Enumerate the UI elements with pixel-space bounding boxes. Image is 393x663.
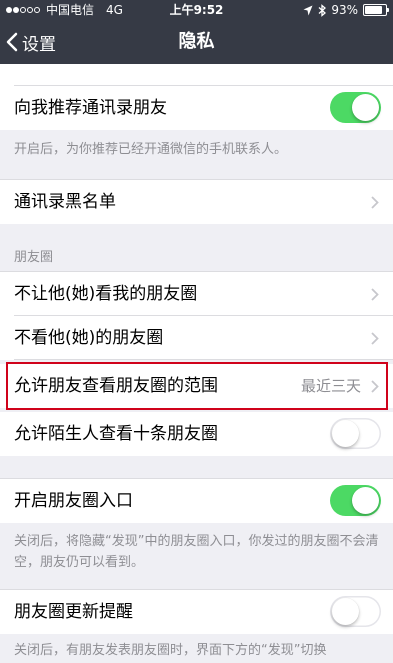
toggle-knob — [352, 94, 379, 121]
row-label: 向我推荐通讯录朋友 — [14, 98, 167, 118]
toggle-knob — [332, 420, 359, 447]
battery-percent: 93% — [331, 3, 358, 17]
moments-section-header: 朋友圈 — [14, 250, 54, 265]
row-label: 不让他(她)看我的朋友圈 — [14, 284, 198, 304]
moments-entry-row: 开启朋友圈入口 — [0, 479, 393, 523]
recommend-contacts-note: 开启后，为你推荐已经开通微信的手机联系人。 — [14, 142, 288, 157]
recommend-contacts-row: 向我推荐通讯录朋友 — [0, 86, 393, 130]
moments-range-row[interactable]: 允许朋友查看朋友圈的范围 最近三天 — [0, 364, 393, 408]
moments-update-toggle[interactable] — [330, 596, 381, 627]
chevron-right-icon — [371, 380, 379, 393]
row-label: 允许陌生人查看十条朋友圈 — [14, 424, 218, 444]
page-title: 隐私 — [178, 31, 215, 52]
hide-my-moments-row[interactable]: 不让他(她)看我的朋友圈 — [0, 272, 393, 316]
moments-range-value: 最近三天 — [300, 377, 361, 395]
row-label: 允许朋友查看朋友圈的范围 — [14, 376, 218, 396]
status-right: 93% — [298, 0, 389, 20]
row-label: 不看他(她)的朋友圈 — [14, 328, 164, 348]
moments-entry-note: 关闭后，将隐藏“发现”中的朋友圈入口，你发过的朋友圈不会清空，朋友仍可以看到。 — [14, 534, 379, 570]
stranger-ten-moments-row: 允许陌生人查看十条朋友圈 — [0, 412, 393, 456]
toggle-knob — [352, 487, 379, 514]
toggle-knob — [332, 598, 359, 625]
moments-update-note: 关闭后，有朋友发表朋友圈时，界面下方的“发现”切换 — [14, 643, 327, 658]
chevron-right-icon — [371, 332, 379, 345]
moments-entry-toggle[interactable] — [330, 485, 381, 516]
chevron-right-icon — [371, 196, 379, 209]
battery-icon — [363, 4, 389, 16]
moments-update-row: 朋友圈更新提醒 — [0, 590, 393, 634]
location-arrow-icon — [303, 5, 313, 15]
row-divider — [14, 359, 393, 360]
row-label: 开启朋友圈入口 — [14, 491, 133, 511]
row-label: 朋友圈更新提醒 — [14, 602, 133, 622]
row-label: 通讯录黑名单 — [14, 192, 116, 212]
recommend-contacts-toggle[interactable] — [330, 92, 381, 123]
chevron-right-icon — [371, 288, 379, 301]
bluetooth-icon — [318, 3, 327, 17]
blacklist-row[interactable]: 通讯录黑名单 — [0, 180, 393, 224]
battery-level — [365, 6, 382, 14]
navigation-bar: 设置 隐私 — [0, 20, 393, 64]
status-bar: 中国电信 4G 上午9:52 93% — [0, 0, 393, 20]
dont-see-moments-row[interactable]: 不看他(她)的朋友圈 — [0, 316, 393, 360]
stranger-ten-moments-toggle[interactable] — [330, 418, 381, 449]
top-bar: 中国电信 4G 上午9:52 93% 设置 隐私 — [0, 0, 393, 64]
